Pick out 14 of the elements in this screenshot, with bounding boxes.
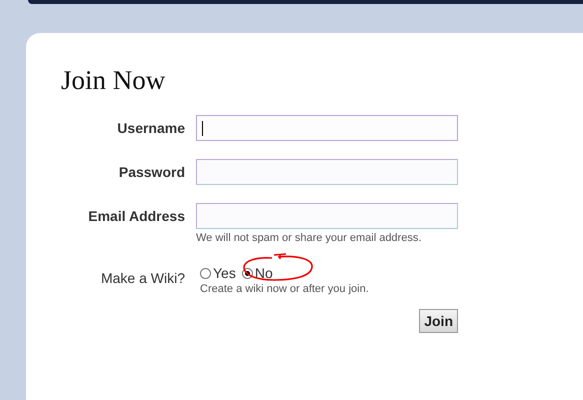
join-button[interactable]: Join <box>419 309 458 333</box>
wiki-label: Make a Wiki? <box>100 269 185 287</box>
field-label: Username <box>117 119 185 138</box>
field-hint: We will not spam or share your email address. <box>196 232 422 244</box>
page-heading: Join Now <box>61 65 166 95</box>
wiki-hint: Create a wiki now or after you join. <box>200 283 370 295</box>
radio-label[interactable]: No <box>254 265 273 281</box>
field-label: Email Address <box>88 207 185 226</box>
input-field[interactable] <box>196 159 458 185</box>
input-field[interactable] <box>196 115 458 141</box>
field-label: Password <box>118 163 185 182</box>
input-field[interactable] <box>196 203 458 229</box>
radio-button[interactable] <box>200 268 211 278</box>
radio-label[interactable]: Yes <box>213 265 236 281</box>
